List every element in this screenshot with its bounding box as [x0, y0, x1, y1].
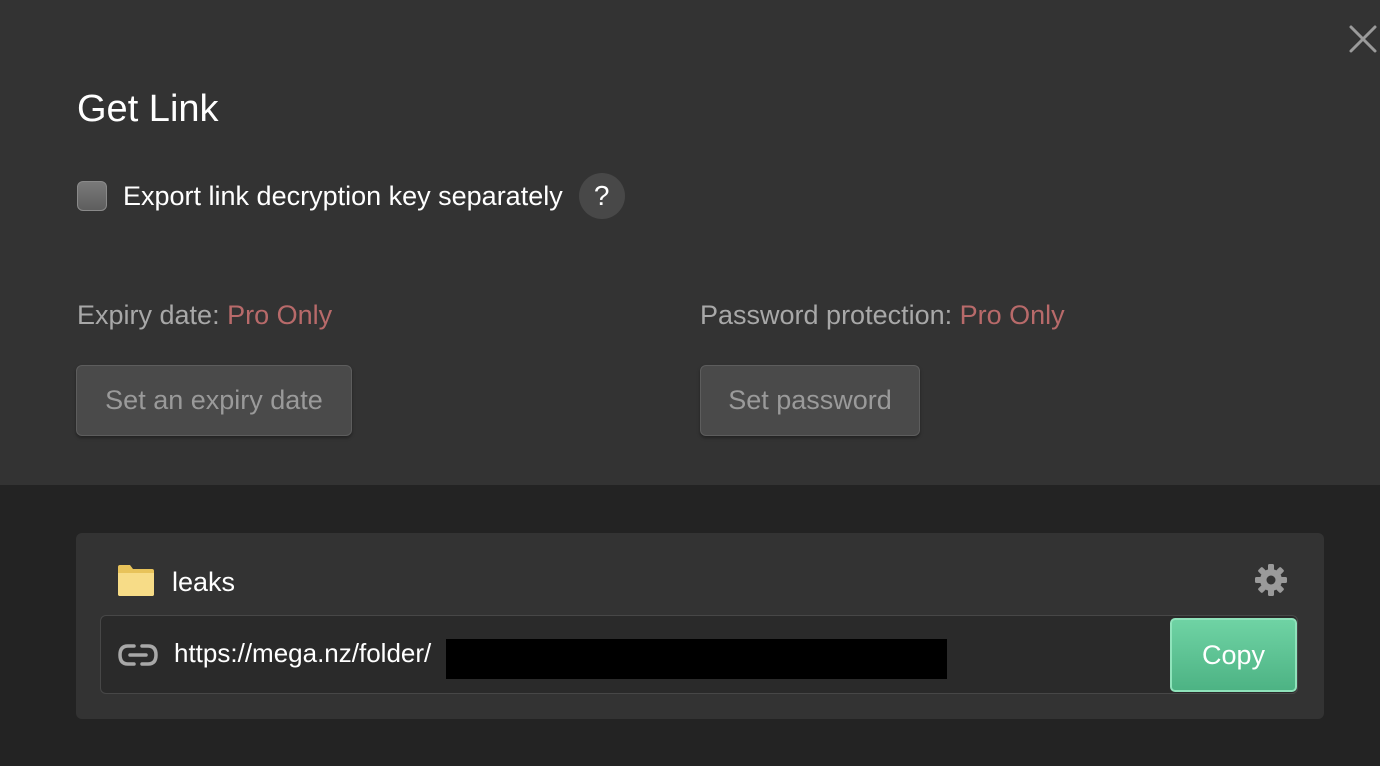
- link-card: leaks https://mega.nz/folder/ Copy: [76, 533, 1324, 719]
- password-protection-label-text: Password protection:: [700, 300, 953, 330]
- password-protection-label: Password protection: Pro Only: [700, 300, 1065, 331]
- copy-button[interactable]: Copy: [1170, 618, 1297, 692]
- redacted-link-key: [446, 639, 947, 679]
- link-url-field[interactable]: https://mega.nz/folder/ Copy: [100, 615, 1298, 694]
- expiry-date-label-text: Expiry date:: [77, 300, 220, 330]
- link-url-text[interactable]: https://mega.nz/folder/: [174, 638, 431, 669]
- copy-button-label: Copy: [1201, 639, 1266, 670]
- help-button[interactable]: ?: [578, 173, 625, 219]
- set-expiry-date-button[interactable]: Set an expiry date: [76, 365, 352, 436]
- expiry-pro-only-badge: Pro Only: [227, 300, 333, 330]
- set-password-label: Set password: [728, 385, 892, 415]
- set-password-button[interactable]: Set password: [700, 365, 920, 436]
- expiry-date-label: Expiry date: Pro Only: [77, 300, 332, 331]
- folder-name: leaks: [172, 567, 236, 597]
- folder-icon: [118, 565, 154, 596]
- export-key-label[interactable]: Export link decryption key separately: [123, 181, 563, 212]
- dialog-title: Get Link: [77, 88, 219, 130]
- link-icon: [118, 644, 158, 666]
- gear-icon[interactable]: [1254, 563, 1288, 597]
- question-icon: ?: [593, 180, 610, 211]
- password-pro-only-badge: Pro Only: [959, 300, 1065, 330]
- set-expiry-date-label: Set an expiry date: [105, 385, 323, 415]
- close-button[interactable]: [1346, 22, 1380, 56]
- export-key-checkbox[interactable]: [77, 181, 107, 211]
- close-icon: [1349, 25, 1377, 53]
- get-link-dialog: Get Link Export link decryption key sepa…: [0, 0, 1380, 766]
- export-key-option: Export link decryption key separately ?: [77, 172, 625, 220]
- link-options-section: Get Link Export link decryption key sepa…: [0, 0, 1380, 485]
